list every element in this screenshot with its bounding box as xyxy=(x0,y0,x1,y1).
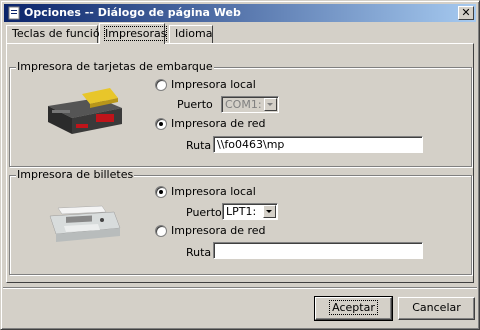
close-button[interactable]: ✕ xyxy=(458,6,474,20)
ticket-network-radio[interactable] xyxy=(155,225,167,237)
boarding-local-radio[interactable] xyxy=(155,79,167,91)
dialog-window: Opciones -- Diálogo de página Web ✕ Tecl… xyxy=(0,0,480,330)
chevron-down-icon[interactable] xyxy=(264,98,277,111)
cancel-label: Cancelar xyxy=(412,301,461,314)
ticket-port-value: LPT1: xyxy=(226,205,257,218)
group-title: Impresora de tarjetas de embarque xyxy=(16,60,214,73)
boarding-port-value: COM1: xyxy=(225,98,262,111)
boarding-path-input[interactable]: \\fo0463\mp xyxy=(213,136,423,153)
accept-label: Aceptar xyxy=(329,300,378,315)
tab-label: Teclas de función xyxy=(12,27,107,40)
dot-matrix-printer-icon xyxy=(49,205,121,242)
group-title: Impresora de billetes xyxy=(16,168,135,181)
chevron-down-icon[interactable] xyxy=(263,205,276,218)
ticket-path-label: Ruta xyxy=(186,246,212,259)
boarding-pass-printer-icon xyxy=(48,88,122,134)
window-title: Opciones -- Diálogo de página Web xyxy=(24,6,241,19)
ticket-network-label: Impresora de red xyxy=(171,224,266,237)
ticket-port-label: Puerto xyxy=(186,206,222,219)
tab-language[interactable]: Idioma xyxy=(169,25,213,43)
boarding-network-radio[interactable] xyxy=(155,118,167,130)
ticket-printer-group: Impresora de billetes Impresora local Pu… xyxy=(9,168,472,275)
separator xyxy=(3,287,477,289)
title-bar[interactable]: Opciones -- Diálogo de página Web ✕ xyxy=(4,4,476,22)
tab-printers[interactable]: Impresoras xyxy=(99,23,168,44)
document-icon xyxy=(8,6,20,20)
ticket-local-label: Impresora local xyxy=(171,185,256,198)
tab-label: Idioma xyxy=(175,27,213,40)
boarding-network-label: Impresora de red xyxy=(171,117,266,130)
ticket-port-select[interactable]: LPT1: xyxy=(222,203,278,220)
ticket-local-radio[interactable] xyxy=(155,186,167,198)
ticket-path-input[interactable] xyxy=(213,242,423,259)
boarding-port-label: Puerto xyxy=(177,98,213,111)
cancel-button[interactable]: Cancelar xyxy=(398,297,475,320)
tab-function-keys[interactable]: Teclas de función xyxy=(6,25,107,43)
boarding-printer-group: Impresora de tarjetas de embarque Impres… xyxy=(9,60,472,167)
boarding-path-label: Ruta xyxy=(186,139,212,152)
accept-button[interactable]: Aceptar xyxy=(314,296,393,321)
boarding-port-select[interactable]: COM1: xyxy=(221,96,279,113)
tab-label: Impresoras xyxy=(103,26,168,41)
boarding-local-label: Impresora local xyxy=(171,78,256,91)
close-icon: ✕ xyxy=(461,6,471,19)
